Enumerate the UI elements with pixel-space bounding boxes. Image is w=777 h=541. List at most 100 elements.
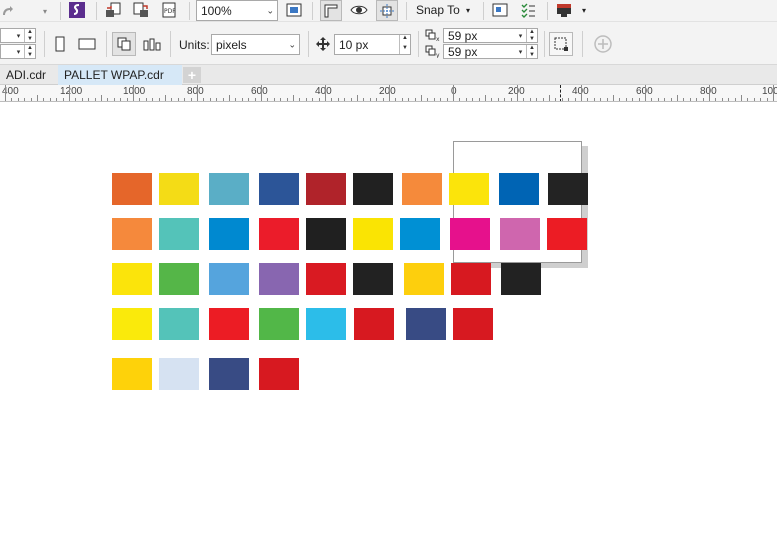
color-swatch[interactable] bbox=[112, 358, 152, 390]
view-eye-icon[interactable] bbox=[349, 1, 369, 19]
color-swatch[interactable] bbox=[449, 173, 489, 205]
color-swatch[interactable] bbox=[112, 173, 152, 205]
tab-label: PALLET WPAP.cdr bbox=[64, 68, 164, 82]
checklist-icon[interactable] bbox=[519, 1, 537, 19]
color-swatch[interactable] bbox=[209, 263, 249, 295]
ruler-tick bbox=[357, 95, 358, 101]
color-swatch[interactable] bbox=[259, 358, 299, 390]
color-swatch[interactable] bbox=[306, 263, 346, 295]
color-swatch[interactable] bbox=[112, 218, 152, 250]
ruler-tick bbox=[414, 98, 416, 101]
duplicate-distance-x-field[interactable]: 59 px ▲ ▼ ▾ bbox=[443, 28, 538, 43]
color-swatch[interactable] bbox=[354, 308, 394, 340]
units-combo[interactable]: pixels ⌄ bbox=[211, 34, 300, 55]
dup-y-dropdown-icon[interactable]: ▾ bbox=[516, 45, 525, 58]
dup-x-dropdown-icon[interactable]: ▾ bbox=[516, 29, 525, 42]
ruler-tick bbox=[613, 95, 614, 101]
duplicate-distance-y-field[interactable]: 59 px ▲ ▼ ▾ bbox=[443, 44, 538, 59]
ruler-tick bbox=[152, 98, 154, 101]
color-swatch[interactable] bbox=[259, 308, 299, 340]
page-width-field[interactable]: ▲ ▼ ▾ bbox=[0, 28, 36, 43]
ruler-tick bbox=[337, 98, 339, 101]
ruler-tick bbox=[344, 98, 346, 101]
color-swatch[interactable] bbox=[159, 263, 199, 295]
page-height-dropdown-icon[interactable]: ▾ bbox=[14, 45, 23, 58]
color-swatch[interactable] bbox=[209, 173, 249, 205]
color-swatch[interactable] bbox=[548, 173, 588, 205]
color-swatch[interactable] bbox=[306, 173, 346, 205]
landscape-icon[interactable] bbox=[76, 34, 98, 54]
color-swatch[interactable] bbox=[453, 308, 493, 340]
color-swatch[interactable] bbox=[159, 173, 199, 205]
color-swatch[interactable] bbox=[159, 218, 199, 250]
color-swatch[interactable] bbox=[112, 263, 152, 295]
import-icon[interactable] bbox=[104, 1, 122, 19]
ruler-tick bbox=[485, 95, 486, 101]
zoom-dropdown-icon[interactable]: ⌄ bbox=[266, 5, 274, 16]
color-swatch[interactable] bbox=[353, 263, 393, 295]
ruler-tick bbox=[702, 98, 704, 101]
color-swatch[interactable] bbox=[209, 358, 249, 390]
color-swatch[interactable] bbox=[112, 308, 152, 340]
portrait-icon[interactable] bbox=[52, 34, 68, 54]
options-icon[interactable] bbox=[491, 1, 509, 19]
tab-adi-cdr[interactable]: ADI.cdr bbox=[0, 65, 52, 85]
ruler-tick bbox=[133, 85, 134, 101]
color-swatch[interactable] bbox=[450, 218, 490, 250]
tab-pallet-wpap-cdr[interactable]: PALLET WPAP.cdr bbox=[58, 65, 182, 85]
color-swatch[interactable] bbox=[451, 263, 491, 295]
horizontal-ruler[interactable]: 400 1200 1000 800 600 400 200 0 200 400 … bbox=[0, 85, 777, 102]
color-swatch[interactable] bbox=[406, 308, 446, 340]
add-icon[interactable] bbox=[593, 34, 613, 54]
color-swatch[interactable] bbox=[306, 218, 346, 250]
ruler-tick bbox=[549, 95, 550, 101]
fit-page-icon[interactable] bbox=[285, 1, 303, 19]
publish-pdf-icon[interactable]: PDF bbox=[160, 1, 180, 19]
ruler-tick bbox=[120, 98, 122, 101]
redo-dropdown-icon[interactable]: ▾ bbox=[40, 2, 50, 20]
ruler-tick bbox=[209, 98, 211, 101]
color-swatch[interactable] bbox=[404, 263, 444, 295]
ruler-tick bbox=[504, 98, 506, 101]
color-swatch[interactable] bbox=[159, 308, 199, 340]
color-swatch[interactable] bbox=[306, 308, 346, 340]
color-swatch[interactable] bbox=[500, 218, 540, 250]
export-icon[interactable] bbox=[132, 1, 150, 19]
color-swatch[interactable] bbox=[353, 173, 393, 205]
ruler-tick bbox=[581, 85, 582, 101]
page-width-dropdown-icon[interactable]: ▾ bbox=[14, 29, 23, 42]
color-swatch[interactable] bbox=[353, 218, 393, 250]
ruler-tick bbox=[657, 98, 659, 101]
ruler-tick bbox=[478, 98, 480, 101]
units-dropdown-icon[interactable]: ⌄ bbox=[288, 39, 296, 50]
color-swatch[interactable] bbox=[499, 173, 539, 205]
new-document-tab-button[interactable]: + bbox=[183, 67, 201, 83]
page-height-field[interactable]: ▲ ▼ ▾ bbox=[0, 44, 36, 59]
color-swatch[interactable] bbox=[259, 218, 299, 250]
drawing-canvas[interactable] bbox=[0, 102, 777, 541]
color-swatch[interactable] bbox=[259, 263, 299, 295]
snap-to-label[interactable]: Snap To bbox=[416, 3, 460, 17]
nudge-distance-field[interactable]: 10 px ▲ ▼ bbox=[334, 34, 411, 55]
ruler-tick bbox=[203, 98, 205, 101]
color-swatch[interactable] bbox=[159, 358, 199, 390]
selection-icon[interactable] bbox=[549, 32, 573, 56]
ruler-tick bbox=[37, 95, 38, 101]
redo-icon[interactable] bbox=[0, 2, 14, 20]
color-swatch[interactable] bbox=[259, 173, 299, 205]
all-pages-icon[interactable] bbox=[112, 32, 136, 56]
snap-dropdown-icon[interactable]: ▾ bbox=[463, 3, 473, 17]
color-swatch[interactable] bbox=[547, 218, 587, 250]
launch-icon[interactable] bbox=[555, 1, 573, 19]
guidelines-icon[interactable] bbox=[376, 0, 398, 21]
color-swatch[interactable] bbox=[402, 173, 442, 205]
color-swatch[interactable] bbox=[400, 218, 440, 250]
rulers-icon[interactable] bbox=[320, 0, 342, 21]
current-page-icon[interactable] bbox=[142, 34, 162, 54]
launch-dropdown-icon[interactable]: ▾ bbox=[579, 3, 589, 17]
color-swatch[interactable] bbox=[209, 218, 249, 250]
color-swatch[interactable] bbox=[501, 263, 541, 295]
color-swatch[interactable] bbox=[209, 308, 249, 340]
app-launcher-icon[interactable] bbox=[68, 1, 86, 19]
zoom-level-combo[interactable]: 100% ⌄ bbox=[196, 0, 278, 21]
